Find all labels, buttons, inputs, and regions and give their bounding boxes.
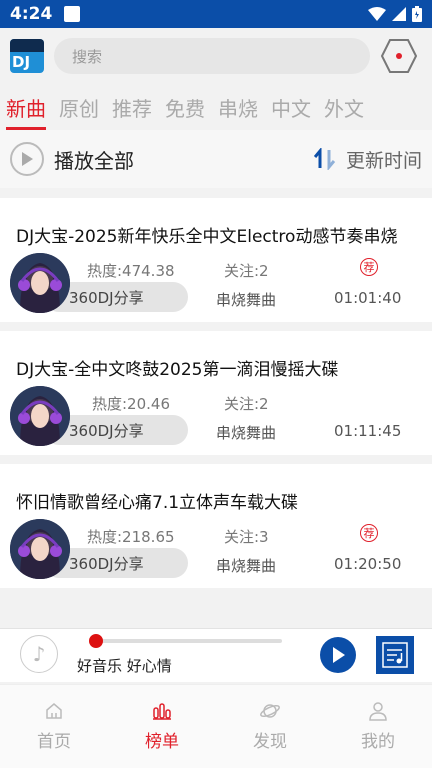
duration-label: 01:11:45 xyxy=(334,422,402,440)
progress-knob[interactable] xyxy=(89,634,103,648)
playlist-icon xyxy=(382,642,408,668)
category-tabs: 新曲 原创 推荐 免费 串烧 中文 外文 xyxy=(0,84,432,130)
nav-home-label: 首页 xyxy=(37,732,71,752)
sort-icon xyxy=(313,148,336,170)
play-icon xyxy=(333,647,345,663)
tab-foreign[interactable]: 外文 xyxy=(324,84,364,130)
recommend-badge: 荐 xyxy=(360,258,378,276)
nav-profile-label: 我的 xyxy=(361,732,395,752)
notification-icon xyxy=(64,6,81,22)
user-icon xyxy=(369,702,387,721)
song-list: DJ大宝-2025新年快乐全中文Electro动感节奏串烧 360DJ分享 热度… xyxy=(0,198,432,597)
nav-charts-label: 榜单 xyxy=(145,732,179,752)
heat-value: 热度:218.65 xyxy=(87,528,175,546)
tab-original[interactable]: 原创 xyxy=(59,84,99,130)
song-title[interactable]: 怀旧情歌曾经心痛7.1立体声车载大碟 xyxy=(16,488,298,513)
playlist-button[interactable] xyxy=(376,636,414,674)
song-item[interactable]: 怀旧情歌曾经心痛7.1立体声车载大碟 360DJ分享 热度:218.65 关注:… xyxy=(0,464,432,588)
home-icon xyxy=(46,703,62,719)
status-time: 4:24 xyxy=(10,4,53,24)
play-icon xyxy=(22,152,33,166)
play-all-label[interactable]: 播放全部 xyxy=(54,145,134,174)
hexagon-record-icon xyxy=(381,39,417,73)
follow-count: 关注:2 xyxy=(224,262,269,280)
play-all-button[interactable] xyxy=(10,142,44,176)
avatar xyxy=(10,386,70,446)
chart-icon xyxy=(153,703,171,720)
duration-label: 01:20:50 xyxy=(334,555,402,573)
duration-label: 01:01:40 xyxy=(334,289,402,307)
song-title[interactable]: DJ大宝-全中文咚鼓2025第一滴泪慢摇大碟 xyxy=(16,355,339,380)
follow-count: 关注:2 xyxy=(224,395,269,413)
heat-value: 热度:474.38 xyxy=(87,262,175,280)
nav-profile[interactable]: 我的 xyxy=(324,685,432,768)
planet-icon xyxy=(260,704,280,718)
sort-label: 更新时间 xyxy=(345,149,422,172)
song-title[interactable]: DJ大宝-2025新年快乐全中文Electro动感节奏串烧 xyxy=(16,222,397,247)
search-placeholder: 搜索 xyxy=(72,47,103,66)
nav-home[interactable]: 首页 xyxy=(0,685,108,768)
source-label: 360DJ分享 xyxy=(69,554,144,573)
tab-new[interactable]: 新曲 xyxy=(6,84,46,130)
source-label: 360DJ分享 xyxy=(69,421,144,440)
heat-value: 热度:20.46 xyxy=(92,395,170,413)
song-item[interactable]: DJ大宝-2025新年快乐全中文Electro动感节奏串烧 360DJ分享 热度… xyxy=(0,198,432,322)
avatar xyxy=(10,519,70,579)
wifi-icon xyxy=(368,7,386,21)
signal-icon xyxy=(392,7,406,21)
genre-label: 串烧舞曲 xyxy=(216,291,277,309)
sort-button[interactable]: 更新时间 xyxy=(313,146,422,173)
search-input[interactable]: 搜索 xyxy=(54,38,370,74)
genre-label: 串烧舞曲 xyxy=(216,424,277,442)
tab-medley[interactable]: 串烧 xyxy=(218,84,258,130)
nav-discover-label: 发现 xyxy=(253,732,287,752)
play-all-bar: 播放全部 更新时间 xyxy=(0,130,432,188)
song-item[interactable]: DJ大宝-全中文咚鼓2025第一滴泪慢摇大碟 360DJ分享 热度:20.46 … xyxy=(0,331,432,455)
music-note-icon[interactable]: ♪ xyxy=(20,635,58,673)
tab-free[interactable]: 免费 xyxy=(165,84,205,130)
recommend-badge: 荐 xyxy=(360,524,378,542)
status-bar: 4:24 xyxy=(0,0,432,28)
tab-recommend[interactable]: 推荐 xyxy=(112,84,152,130)
nav-discover[interactable]: 发现 xyxy=(216,685,324,768)
source-label: 360DJ分享 xyxy=(69,288,144,307)
genre-label: 串烧舞曲 xyxy=(216,557,277,575)
tab-chinese[interactable]: 中文 xyxy=(271,84,311,130)
record-button[interactable] xyxy=(380,37,418,75)
nav-charts[interactable]: 榜单 xyxy=(108,685,216,768)
app-logo[interactable]: DJ xyxy=(10,39,44,73)
progress-track[interactable] xyxy=(90,639,282,643)
follow-count: 关注:3 xyxy=(224,528,269,546)
player-play-button[interactable] xyxy=(320,637,356,673)
mini-player: ♪ 好音乐 好心情 xyxy=(0,628,432,682)
battery-icon xyxy=(412,6,422,22)
now-playing-text: 好音乐 好心情 xyxy=(77,657,172,675)
top-bar: DJ 搜索 xyxy=(0,28,432,84)
avatar xyxy=(10,253,70,313)
bottom-nav: 首页 榜单 发现 我的 xyxy=(0,684,432,768)
